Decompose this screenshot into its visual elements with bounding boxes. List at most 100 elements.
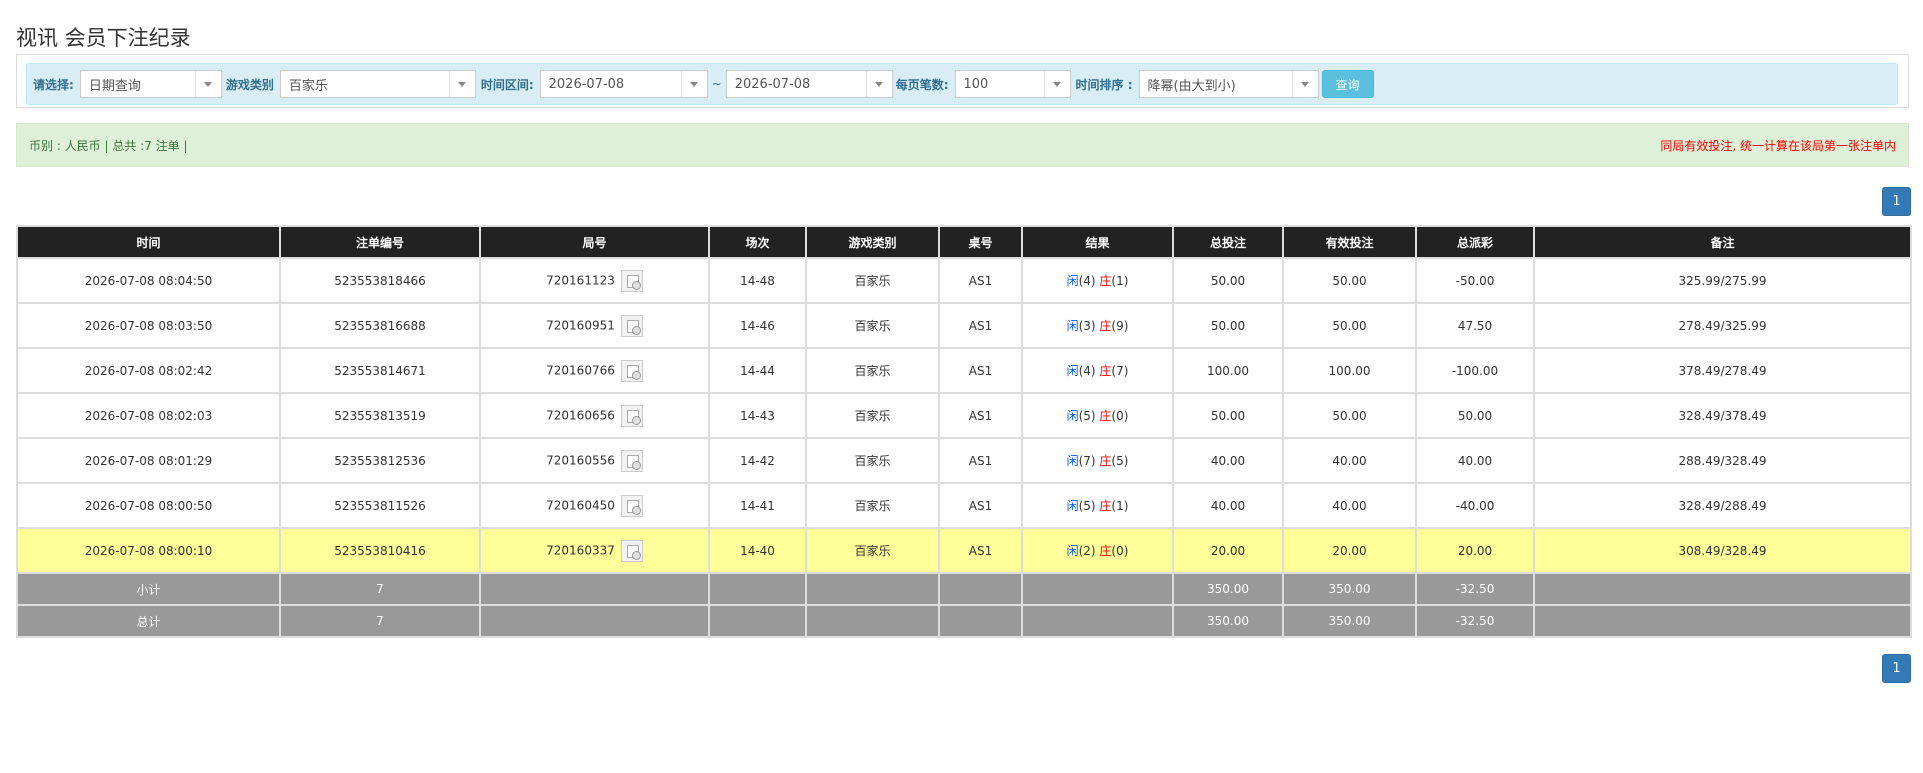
col-header-payout: 总派彩: [1415, 225, 1535, 259]
round-no-text: 720161123: [546, 273, 615, 287]
cell-valid-bet: 50.00: [1282, 302, 1417, 349]
page-title: 视讯 会员下注纪录: [16, 26, 191, 50]
cell-bet-no: 523553813519: [279, 392, 481, 439]
banker-score: (1): [1111, 274, 1129, 288]
cell-payout: 40.00: [1415, 437, 1535, 484]
cell-bet-no: 523553818466: [279, 257, 481, 304]
cell-bet-no: 523553811526: [279, 482, 481, 529]
sort-select[interactable]: 降幂(由大到小): [1138, 70, 1319, 98]
cell-total-bet: 20.00: [1172, 527, 1284, 574]
date-from-value: 2026-07-08: [548, 76, 625, 92]
game-type-select[interactable]: 百家乐: [279, 70, 476, 98]
col-header-remark: 备注: [1533, 225, 1912, 259]
grand-total-valid-bet: 350.00: [1282, 604, 1417, 638]
result-detail-icon[interactable]: [620, 269, 643, 292]
grand-total-payout: -32.50: [1415, 604, 1535, 638]
subtotal-count: 7: [279, 572, 481, 606]
cell-session: 14-46: [708, 302, 807, 349]
query-button[interactable]: 查询: [1321, 70, 1374, 98]
cell-table-no: AS1: [938, 482, 1023, 529]
cell-table-no: AS1: [938, 437, 1023, 484]
result-detail-icon[interactable]: [620, 359, 643, 382]
result-detail-icon[interactable]: [620, 404, 643, 427]
cell-game-type: 百家乐: [805, 257, 940, 304]
result-detail-icon[interactable]: [620, 494, 643, 517]
cell-result: 闲(4) 庄(1): [1021, 257, 1174, 304]
cell-table-no: AS1: [938, 392, 1023, 439]
cell-payout: -50.00: [1415, 257, 1535, 304]
result-detail-icon[interactable]: [620, 539, 643, 562]
pagination-page-top[interactable]: 1: [1882, 187, 1911, 216]
range-separator: ~: [711, 77, 722, 91]
notice-text: 同局有效投注, 统一计算在该局第一张注单内: [1660, 138, 1896, 153]
cell-result: 闲(5) 庄(0): [1021, 392, 1174, 439]
player-score: (5): [1078, 499, 1096, 513]
select-label: 请选择:: [33, 77, 74, 92]
cell-total-bet: 50.00: [1172, 302, 1284, 349]
cell-total-bet: 40.00: [1172, 437, 1284, 484]
cell-session: 14-44: [708, 347, 807, 394]
cell-payout: 50.00: [1415, 392, 1535, 439]
cell-session: 14-41: [708, 482, 807, 529]
subtotal-payout: -32.50: [1415, 572, 1535, 606]
cell-payout: 20.00: [1415, 527, 1535, 574]
caret-down-icon: [194, 71, 221, 97]
result-detail-icon[interactable]: [620, 314, 643, 337]
result-detail-icon[interactable]: [620, 449, 643, 472]
cell-game-type: 百家乐: [805, 302, 940, 349]
cell-result: 闲(3) 庄(9): [1021, 302, 1174, 349]
col-header-total-bet: 总投注: [1172, 225, 1284, 259]
cell-round-no: 720160766: [479, 347, 710, 394]
round-no-text: 720160556: [546, 453, 615, 467]
query-type-select[interactable]: 日期查询: [79, 70, 222, 98]
cell-time: 2026-07-08 08:02:03: [16, 392, 281, 439]
cell-time: 2026-07-08 08:00:10: [16, 527, 281, 574]
cell-remark: 288.49/328.49: [1533, 437, 1912, 484]
filter-panel: 请选择: 日期查询 游戏类别 百家乐 时间区间: 2026-07-08 ~ 20…: [16, 54, 1909, 108]
cell-round-no: 720160656: [479, 392, 710, 439]
cell-result: 闲(4) 庄(7): [1021, 347, 1174, 394]
date-to-picker[interactable]: 2026-07-08: [725, 70, 893, 98]
sort-value: 降幂(由大到小): [1147, 78, 1236, 94]
subtotal-total-bet: 350.00: [1172, 572, 1284, 606]
banker-score: (7): [1111, 364, 1129, 378]
cell-table-no: AS1: [938, 527, 1023, 574]
table-row: 2026-07-08 08:01:29 523553812536 720160556…: [16, 437, 1912, 484]
cell-result: 闲(5) 庄(1): [1021, 482, 1174, 529]
player-label: 闲: [1066, 364, 1079, 378]
banker-score: (0): [1111, 544, 1129, 558]
col-header-game-type: 游戏类别: [805, 225, 940, 259]
game-type-label: 游戏类别: [225, 77, 274, 92]
col-header-table-no: 桌号: [938, 225, 1023, 259]
cell-result: 闲(7) 庄(5): [1021, 437, 1174, 484]
cell-session: 14-43: [708, 392, 807, 439]
cell-session: 14-40: [708, 527, 807, 574]
banker-label: 庄: [1099, 544, 1112, 558]
cell-bet-no: 523553812536: [279, 437, 481, 484]
player-score: (4): [1078, 274, 1096, 288]
cell-total-bet: 100.00: [1172, 347, 1284, 394]
game-type-value: 百家乐: [288, 78, 328, 94]
grand-total-row: 总计 7 350.00 350.00 -32.50: [16, 604, 1912, 638]
cell-table-no: AS1: [938, 347, 1023, 394]
cell-table-no: AS1: [938, 257, 1023, 304]
date-from-picker[interactable]: 2026-07-08: [539, 70, 708, 98]
banker-label: 庄: [1099, 319, 1112, 333]
player-label: 闲: [1066, 409, 1079, 423]
pagination-page-bottom[interactable]: 1: [1882, 654, 1911, 683]
caret-down-icon: [680, 71, 707, 97]
cell-remark: 325.99/275.99: [1533, 257, 1912, 304]
col-header-time: 时间: [16, 225, 281, 259]
cell-time: 2026-07-08 08:04:50: [16, 257, 281, 304]
cell-remark: 328.49/378.49: [1533, 392, 1912, 439]
table-row: 2026-07-08 08:04:50 523553818466 720161123…: [16, 257, 1912, 304]
caret-down-icon: [1291, 71, 1318, 97]
cell-payout: 47.50: [1415, 302, 1535, 349]
table-row: 2026-07-08 08:02:03 523553813519 720160656…: [16, 392, 1912, 439]
cell-remark: 308.49/328.49: [1533, 527, 1912, 574]
per-page-select[interactable]: 100: [954, 70, 1071, 98]
round-no-text: 720160766: [546, 363, 615, 377]
cell-valid-bet: 40.00: [1282, 482, 1417, 529]
cell-time: 2026-07-08 08:00:50: [16, 482, 281, 529]
cell-valid-bet: 40.00: [1282, 437, 1417, 484]
